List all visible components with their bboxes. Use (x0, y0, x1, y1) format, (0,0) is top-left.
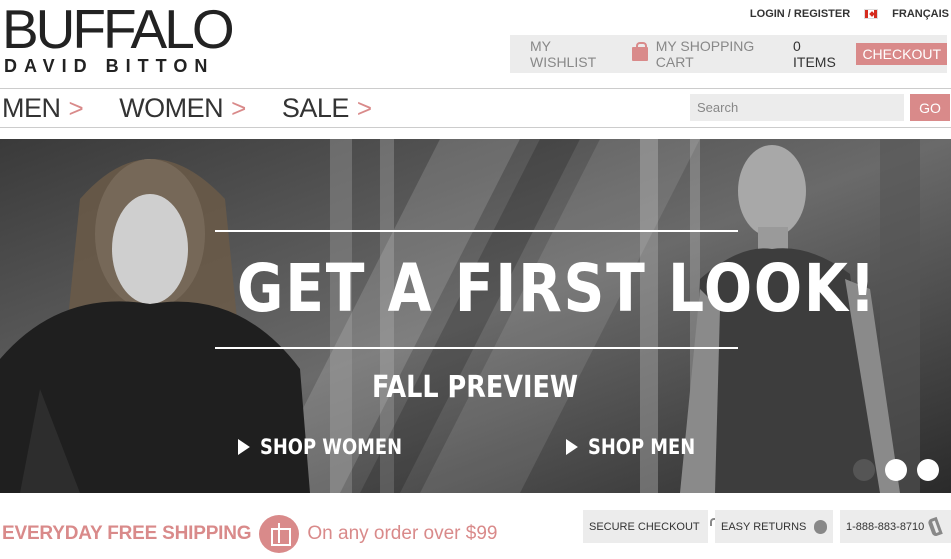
hero-banner[interactable]: GET A FIRST LOOK! FALL PREVIEW SHOP WOME… (0, 139, 951, 493)
play-arrow-icon (238, 439, 250, 455)
slide-dot-3[interactable] (917, 459, 939, 481)
gift-box-icon (259, 515, 300, 553)
login-register-link[interactable]: LOGIN / REGISTER (750, 8, 850, 20)
search-input[interactable] (690, 94, 904, 121)
canada-flag-icon (864, 9, 879, 19)
nav-item-label: MEN (2, 92, 61, 123)
shop-men-button[interactable]: SHOP MEN (566, 435, 714, 459)
hero-rule-bottom (215, 347, 738, 349)
chevron-right-icon: > (356, 92, 372, 123)
slide-dot-1[interactable] (853, 459, 875, 481)
phone-icon (927, 516, 944, 537)
phone-badge[interactable]: 1-888-883-8710 (840, 510, 951, 543)
brand-name: BUFFALO (2, 0, 235, 60)
slide-pager (853, 459, 939, 481)
main-nav: MEN > WOMEN > SALE > (2, 91, 408, 125)
search-go-button[interactable]: GO (910, 94, 950, 121)
free-shipping-heading: EVERYDAY FREE SHIPPING (2, 523, 252, 544)
secure-checkout-label: SECURE CHECKOUT (589, 520, 700, 533)
top-links: LOGIN / REGISTER FRANÇAIS (750, 8, 949, 20)
easy-returns-badge[interactable]: EASY RETURNS (715, 510, 833, 543)
free-shipping-banner: EVERYDAY FREE SHIPPING On any order over… (2, 515, 498, 553)
nav-item-women[interactable]: WOMEN > (119, 93, 246, 124)
wishlist-link[interactable]: MY WISHLIST (530, 38, 612, 70)
handshake-icon (814, 519, 827, 534)
phone-number: 1-888-883-8710 (846, 520, 925, 533)
shopping-cart-link[interactable]: MY SHOPPING CART (656, 38, 783, 70)
nav-item-men[interactable]: MEN > (2, 92, 84, 124)
cart-item-count: 0 ITEMS (793, 38, 836, 70)
checkout-button[interactable]: CHECKOUT (856, 43, 947, 65)
nav-item-label: WOMEN (119, 92, 224, 123)
secure-checkout-badge[interactable]: SECURE CHECKOUT (583, 510, 719, 543)
shop-women-button[interactable]: SHOP WOMEN (238, 435, 427, 459)
brand-logo[interactable]: BUFFALO DAVID BITTON (2, 0, 235, 76)
shopping-bag-icon (632, 42, 648, 61)
nav-item-label: SALE (281, 92, 350, 123)
hero-subtitle: FALL PREVIEW (371, 370, 579, 405)
hero-rule-top (215, 230, 738, 232)
language-link[interactable]: FRANÇAIS (892, 8, 949, 20)
cart-bar: MY WISHLIST MY SHOPPING CART 0 ITEMS CHE… (510, 35, 947, 73)
free-shipping-condition: On any order over $99 (307, 523, 498, 544)
nav-divider (0, 127, 951, 128)
shop-men-label: SHOP MEN (588, 435, 696, 459)
brand-subtitle: DAVID BITTON (4, 56, 215, 76)
easy-returns-label: EASY RETURNS (721, 520, 807, 533)
play-arrow-icon (566, 439, 578, 455)
slide-dot-2[interactable] (885, 459, 907, 481)
chevron-right-icon: > (68, 92, 84, 123)
header-divider (0, 88, 951, 89)
chevron-right-icon: > (231, 92, 246, 123)
hero-title: GET A FIRST LOOK! (236, 250, 878, 327)
shop-women-label: SHOP WOMEN (260, 435, 403, 459)
nav-item-sale[interactable]: SALE > (282, 93, 372, 124)
